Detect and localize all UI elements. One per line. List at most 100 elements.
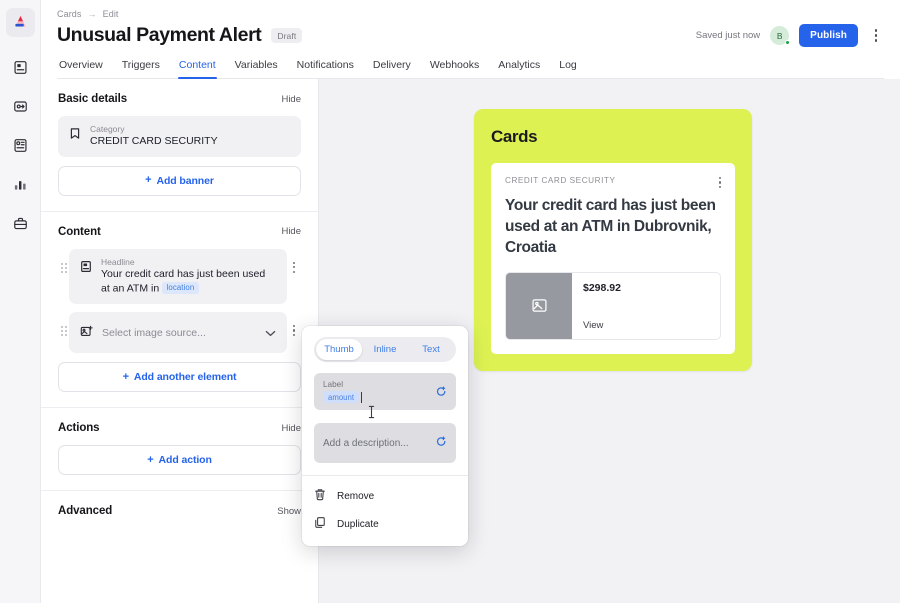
trash-icon (314, 488, 326, 504)
chevron-down-icon (265, 324, 276, 342)
add-another-element-button[interactable]: + Add another element (58, 362, 301, 393)
drag-handle[interactable] (58, 312, 69, 337)
category-field[interactable]: Category CREDIT CARD SECURITY (58, 116, 301, 157)
category-label: Category (90, 124, 125, 134)
status-badge: Draft (271, 28, 303, 43)
preview-card: Cards CREDIT CARD SECURITY Your credit c… (474, 109, 752, 371)
plus-icon: + (122, 370, 129, 383)
basic-details-hide-toggle[interactable]: Hide (281, 94, 301, 105)
section-advanced: Advanced Show (41, 491, 318, 532)
app-logo-icon[interactable] (5, 8, 35, 37)
image-source-placeholder: Select image source... (102, 326, 206, 339)
headline-element-card[interactable]: Headline Your credit card has just been … (69, 248, 287, 305)
header-actions: Saved just now B Publish (696, 24, 884, 47)
image-source-select[interactable]: Select image source... (69, 312, 287, 354)
avatar-initial: B (776, 30, 783, 41)
description-field[interactable]: Add a description... (314, 405, 456, 463)
segment-text[interactable]: Text (408, 339, 454, 360)
tab-triggers[interactable]: Triggers (121, 59, 161, 78)
layout-segmented-control: Thumb Inline Text (314, 337, 456, 362)
avatar[interactable]: B (770, 26, 790, 45)
save-status-text: Saved just now (695, 30, 761, 41)
preview-category-row: CREDIT CARD SECURITY (505, 176, 721, 188)
section-header: Content Hide (58, 226, 301, 238)
segment-thumb[interactable]: Thumb (316, 339, 362, 360)
tab-webhooks[interactable]: Webhooks (429, 59, 480, 78)
online-status-dot (784, 40, 790, 45)
actions-hide-toggle[interactable]: Hide (281, 423, 301, 434)
headline-kebab-menu-icon[interactable] (287, 249, 301, 273)
text-block-icon (80, 257, 92, 278)
tab-notifications[interactable]: Notifications (296, 59, 355, 78)
editor-panel: Basic details Hide Category CREDIT CARD … (41, 79, 319, 603)
sidebar-item-journeys[interactable] (6, 92, 35, 121)
tab-log[interactable]: Log (558, 59, 578, 78)
label-field-body: Label amount (323, 380, 430, 403)
label-field[interactable]: Label amount (314, 373, 456, 410)
drag-handle[interactable] (58, 249, 69, 273)
tab-overview[interactable]: Overview (58, 59, 104, 78)
page-body: Basic details Hide Category CREDIT CARD … (41, 79, 900, 603)
add-image-icon (80, 322, 93, 343)
main-column: Cards → Edit Unusual Payment Alert Draft… (41, 0, 900, 603)
breadcrumb-arrow-icon: → (87, 9, 97, 19)
remove-menu-item[interactable]: Remove (302, 482, 468, 510)
advanced-show-toggle[interactable]: Show (277, 506, 301, 517)
section-header: Advanced Show (58, 505, 301, 517)
sidebar-item-campaigns[interactable] (6, 53, 35, 82)
headline-field[interactable]: Headline Your credit card has just been … (69, 248, 287, 305)
category-body: Category CREDIT CARD SECURITY (90, 124, 290, 149)
tab-analytics[interactable]: Analytics (497, 59, 541, 78)
copy-icon (314, 516, 326, 532)
section-actions: Actions Hide + Add action (41, 408, 318, 492)
preview-headline: Your credit card has just been used at a… (505, 196, 716, 256)
tab-variables[interactable]: Variables (234, 59, 279, 78)
segment-inline[interactable]: Inline (362, 339, 408, 360)
sidebar-item-toolbox[interactable] (6, 209, 35, 238)
plus-icon: + (145, 174, 152, 187)
tab-delivery[interactable]: Delivery (372, 59, 412, 78)
image-kebab-menu-icon[interactable] (287, 312, 301, 337)
page-header: Cards → Edit Unusual Payment Alert Draft… (41, 0, 900, 79)
preview-kebab-menu-icon[interactable] (718, 176, 721, 188)
tab-content[interactable]: Content (177, 59, 217, 79)
section-content: Content Hide Headline Your credit card h… (41, 212, 318, 409)
add-action-button[interactable]: + Add action (58, 445, 301, 476)
preview-thumb-body: $298.92 View (572, 273, 720, 339)
text-caret (361, 391, 363, 403)
add-element-label: Add another element (133, 371, 237, 384)
duplicate-menu-label: Duplicate (337, 518, 379, 530)
headline-value: Your credit card has just been used at a… (101, 268, 276, 296)
left-nav-rail (0, 0, 41, 603)
add-variable-icon[interactable] (436, 380, 447, 402)
sidebar-item-analytics[interactable] (6, 170, 35, 199)
variable-chip-amount[interactable]: amount (323, 391, 360, 403)
add-banner-button[interactable]: + Add banner (58, 165, 301, 196)
add-variable-icon[interactable] (436, 434, 447, 452)
publish-button[interactable]: Publish (799, 24, 858, 47)
preview-card-inner: CREDIT CARD SECURITY Your credit card ha… (491, 163, 735, 354)
element-settings-popup: Thumb Inline Text Label amount Add a des… (302, 326, 468, 546)
variable-chip-location[interactable]: location (162, 281, 199, 294)
bookmark-icon (69, 124, 81, 145)
add-banner-label: Add banner (156, 174, 214, 187)
remove-menu-label: Remove (337, 490, 375, 502)
duplicate-menu-item[interactable]: Duplicate (302, 510, 468, 538)
app-root: Cards → Edit Unusual Payment Alert Draft… (0, 0, 900, 603)
add-action-label: Add action (158, 454, 212, 467)
sidebar-item-templates[interactable] (6, 131, 35, 160)
headline-label: Headline (101, 256, 135, 267)
popup-menu: Remove Duplicate (302, 476, 468, 546)
plus-icon: + (147, 453, 154, 466)
popup-content: Thumb Inline Text Label amount Add a des… (302, 326, 468, 475)
preview-thumb-action[interactable]: View (583, 320, 709, 331)
breadcrumb-current[interactable]: Edit (103, 9, 119, 19)
description-placeholder: Add a description... (323, 437, 409, 449)
preview-thumb-block[interactable]: $298.92 View (505, 271, 721, 340)
label-field-value: amount (323, 391, 430, 403)
content-hide-toggle[interactable]: Hide (281, 226, 301, 237)
breadcrumb-root[interactable]: Cards (57, 9, 82, 19)
kebab-menu-icon[interactable] (868, 26, 884, 46)
image-element-card[interactable]: Select image source... (69, 312, 287, 354)
breadcrumb: Cards → Edit (57, 9, 884, 19)
